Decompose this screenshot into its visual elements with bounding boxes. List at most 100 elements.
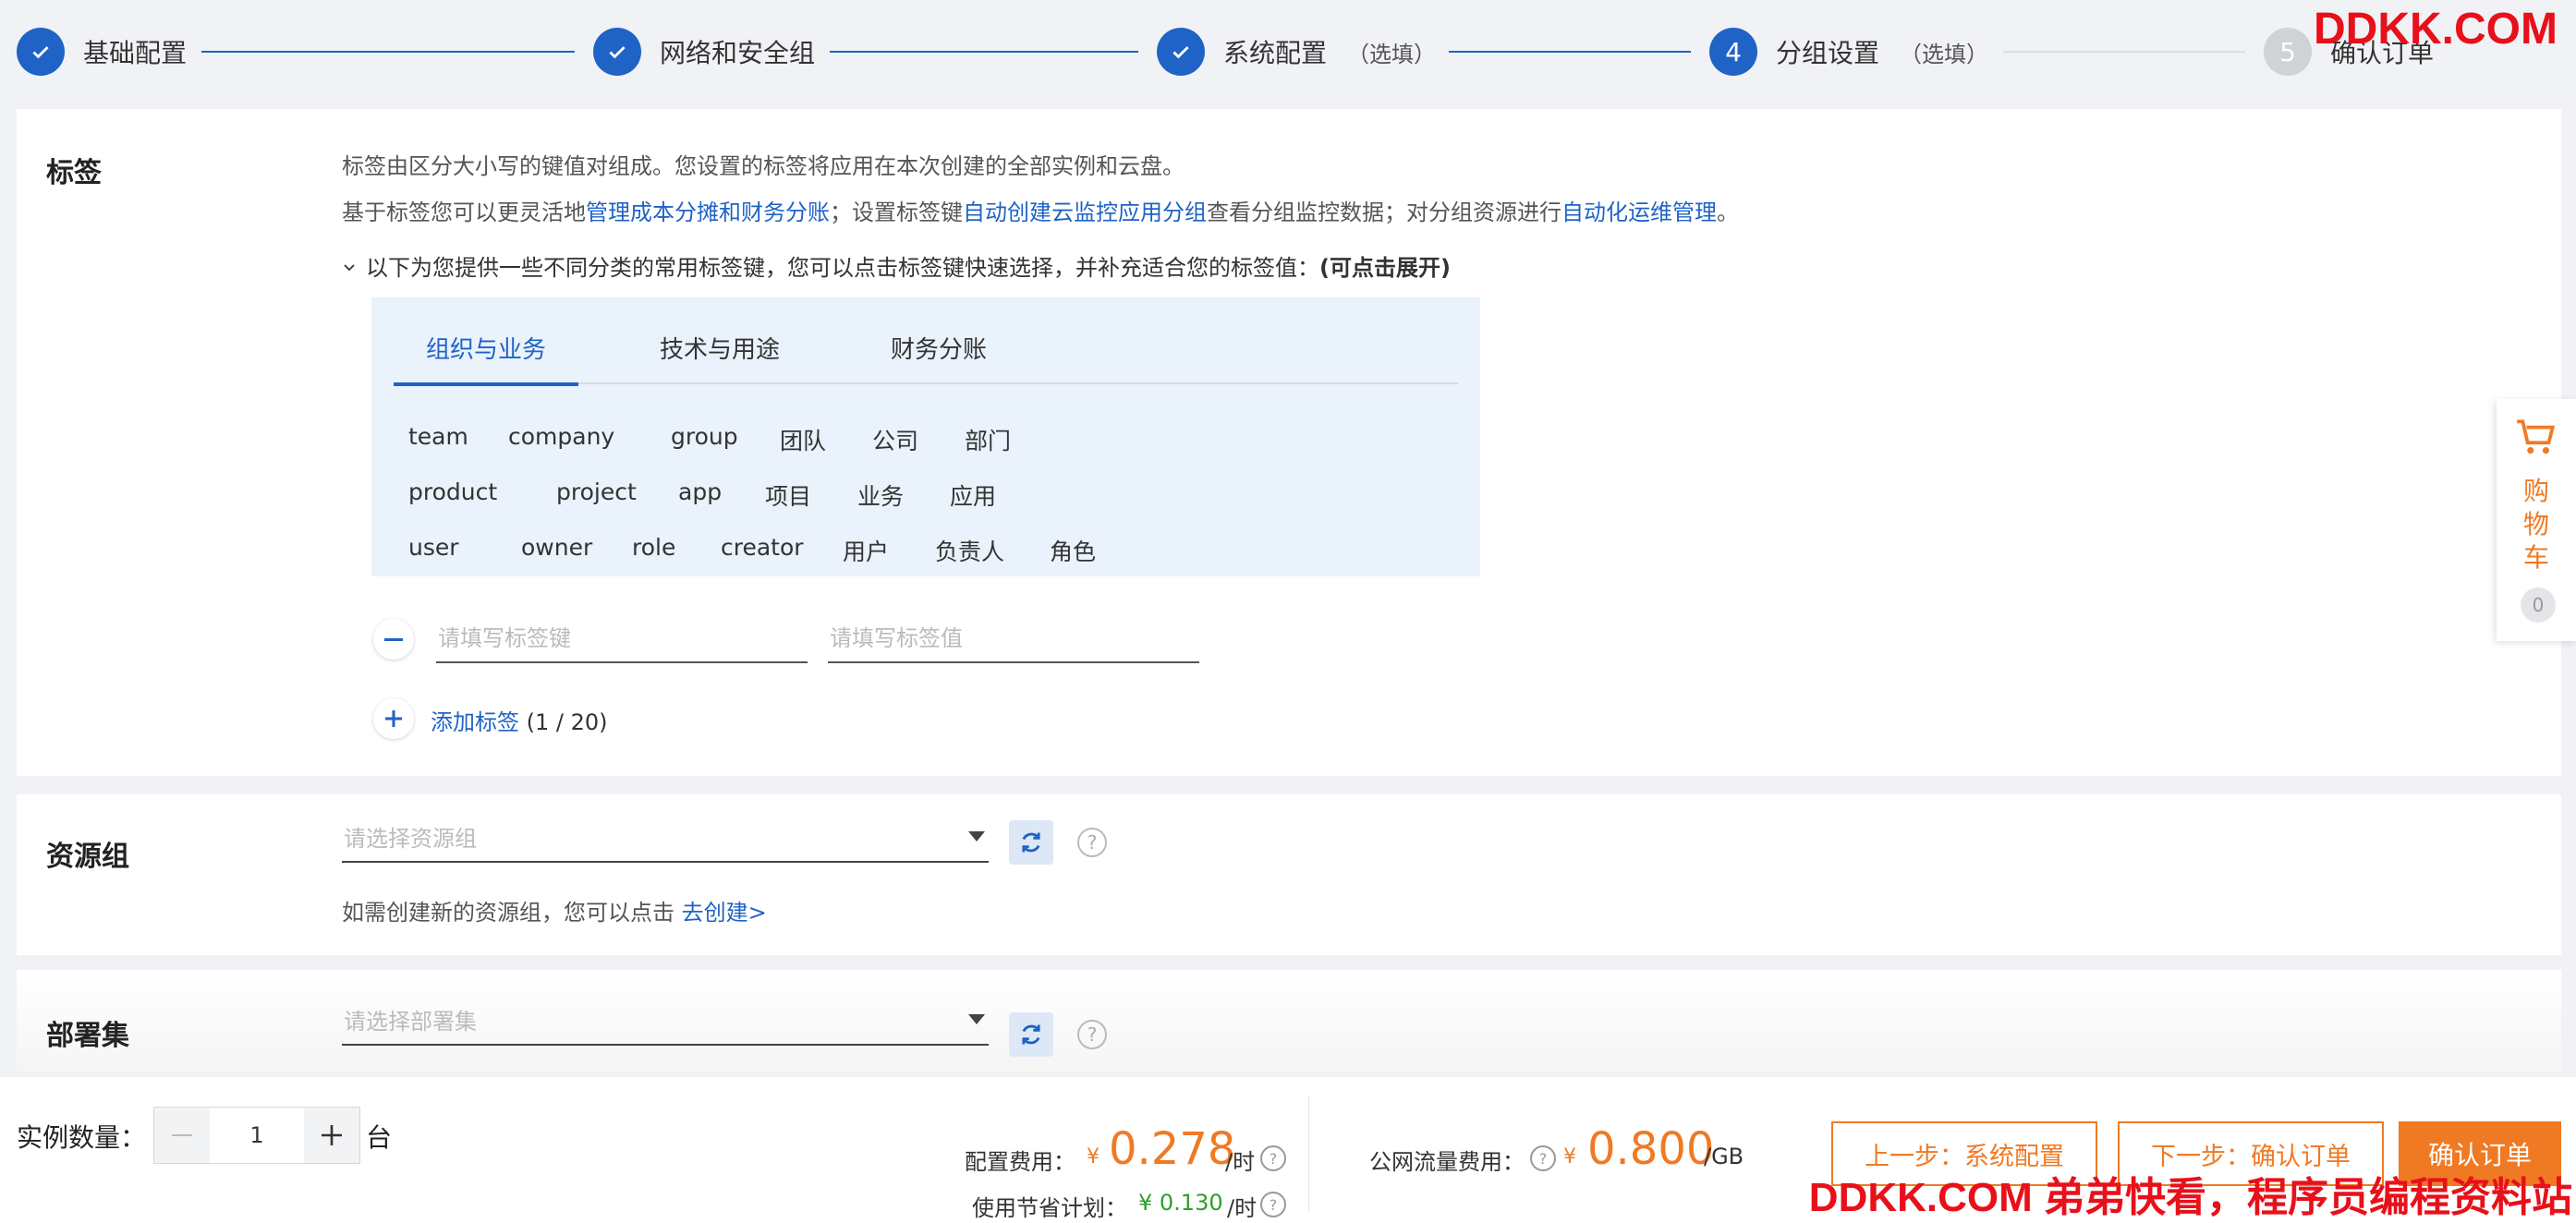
quantity-input[interactable]: 1 bbox=[210, 1108, 304, 1163]
check-icon bbox=[1157, 28, 1205, 76]
divider bbox=[1308, 1096, 1309, 1212]
auto-ops-link[interactable]: 自动化运维管理 bbox=[1561, 200, 1717, 225]
text: ；设置标签键 bbox=[830, 200, 963, 225]
cart-icon bbox=[2517, 419, 2556, 454]
tag-key-chip[interactable]: group bbox=[671, 423, 738, 450]
step-title: 基础配置 bbox=[83, 38, 188, 68]
tab-org-business[interactable]: 组织与业务 bbox=[394, 334, 578, 386]
tab-finance[interactable]: 财务分账 bbox=[891, 334, 987, 382]
check-icon bbox=[17, 28, 65, 76]
tag-key-chip[interactable]: 角色 bbox=[1050, 534, 1096, 567]
text: 查看分组监控数据；对分组资源进行 bbox=[1207, 200, 1561, 225]
shopping-cart-widget[interactable]: 购 物 车 0 bbox=[2497, 399, 2576, 641]
decrement-button[interactable] bbox=[154, 1108, 210, 1163]
step-connector bbox=[1449, 51, 1691, 53]
tag-key-input[interactable] bbox=[436, 615, 808, 663]
tags-section: 标签 标签由区分大小写的键值对组成。您设置的标签将应用在本次创建的全部实例和云盘… bbox=[17, 109, 2561, 776]
quantity-unit: 台 bbox=[366, 1122, 393, 1153]
tag-suggestions-toggle[interactable]: 以下为您提供一些不同分类的常用标签键，您可以点击标签键快速选择，并补充适合您的标… bbox=[342, 249, 1451, 282]
help-icon[interactable]: ? bbox=[1260, 1192, 1286, 1217]
cart-label-char: 车 bbox=[2522, 542, 2549, 573]
config-fee-value: 0.278 bbox=[1109, 1123, 1236, 1175]
currency-symbol: ¥ bbox=[1087, 1145, 1100, 1169]
step-system[interactable]: 系统配置 （选填） bbox=[1157, 24, 1436, 79]
step-bar: 基础配置 网络和安全组 系统配置 （选填） 4 分组设置 （选填） 5 确认订单 bbox=[0, 0, 2576, 103]
tag-key-chip[interactable]: product bbox=[408, 478, 497, 505]
tags-description-links: 基于标签您可以更灵活地管理成本分摊和财务分账；设置标签键自动创建云监控应用分组查… bbox=[342, 194, 1739, 226]
add-tag-link[interactable]: 添加标签 (1 / 20) bbox=[431, 704, 608, 736]
tags-description: 标签由区分大小写的键值对组成。您设置的标签将应用在本次创建的全部实例和云盘。 bbox=[342, 153, 1185, 179]
resource-group-hint: 如需创建新的资源组，您可以点击 去创建> bbox=[342, 894, 767, 926]
currency-symbol: ¥ bbox=[1563, 1145, 1576, 1169]
text: 如需创建新的资源组，您可以点击 bbox=[342, 900, 674, 926]
savings-plan-value: ¥ 0.130 bbox=[1138, 1190, 1223, 1216]
remove-tag-button[interactable] bbox=[373, 619, 414, 660]
step-number: 4 bbox=[1709, 28, 1757, 76]
caret-down-icon bbox=[968, 831, 985, 842]
traffic-fee-label: 公网流量费用： bbox=[1369, 1149, 1525, 1175]
traffic-fee-value: 0.800 bbox=[1587, 1123, 1715, 1175]
cart-label-char: 购 bbox=[2522, 476, 2549, 506]
traffic-fee-unit: /GB bbox=[1704, 1144, 1744, 1169]
section-title: 标签 bbox=[46, 157, 102, 189]
deployment-set-select[interactable]: 请选择部署集 bbox=[342, 996, 989, 1046]
tab-tech-usage[interactable]: 技术与用途 bbox=[660, 334, 780, 382]
tag-key-chip[interactable]: role bbox=[632, 534, 675, 561]
quantity-label: 实例数量： bbox=[17, 1122, 147, 1153]
tag-key-chip[interactable]: team bbox=[408, 423, 468, 450]
tag-key-chip[interactable]: user bbox=[408, 534, 459, 561]
savings-plan-label: 使用节省计划： bbox=[972, 1195, 1127, 1221]
tag-key-chip[interactable]: owner bbox=[521, 534, 592, 561]
text: (可点击展开) bbox=[1319, 255, 1451, 281]
tag-key-chip[interactable]: 用户 bbox=[843, 534, 889, 567]
tag-key-chip[interactable]: 业务 bbox=[857, 478, 904, 512]
tag-key-chip[interactable]: creator bbox=[721, 534, 804, 561]
plus-icon bbox=[322, 1125, 342, 1145]
increment-button[interactable] bbox=[304, 1108, 359, 1163]
tag-key-chip[interactable]: 部门 bbox=[965, 423, 1011, 456]
step-network[interactable]: 网络和安全组 bbox=[593, 24, 815, 79]
resource-group-select[interactable]: 请选择资源组 bbox=[342, 813, 989, 863]
refresh-button[interactable] bbox=[1009, 1012, 1053, 1057]
step-optional: （选填） bbox=[1900, 41, 1989, 67]
chevron-down-icon bbox=[342, 255, 357, 281]
refresh-button[interactable] bbox=[1009, 820, 1053, 865]
create-resource-group-link[interactable]: 去创建> bbox=[682, 900, 767, 926]
step-title: 系统配置 bbox=[1223, 38, 1328, 68]
select-placeholder: 请选择部署集 bbox=[344, 1009, 477, 1035]
help-icon[interactable]: ? bbox=[1530, 1145, 1556, 1171]
watermark-logo: DDKK.COM bbox=[2314, 5, 2558, 54]
help-icon[interactable]: ? bbox=[1077, 1020, 1107, 1049]
add-tag-icon-button[interactable] bbox=[373, 698, 414, 739]
step-optional: （选填） bbox=[1347, 41, 1437, 67]
tag-key-chip[interactable]: 团队 bbox=[780, 423, 826, 456]
step-title: 分组设置 bbox=[1776, 38, 1880, 68]
tag-key-chip[interactable]: project bbox=[556, 478, 637, 505]
section-title: 部署集 bbox=[46, 1020, 129, 1052]
cloud-monitor-link[interactable]: 自动创建云监控应用分组 bbox=[963, 200, 1207, 225]
config-fee-unit: /时 bbox=[1225, 1149, 1256, 1175]
tag-suggestions-box: 组织与业务 技术与用途 财务分账 team company group 团队 公… bbox=[371, 297, 1480, 576]
step-connector bbox=[201, 51, 575, 53]
help-icon[interactable]: ? bbox=[1260, 1145, 1286, 1171]
tag-key-chip[interactable]: company bbox=[508, 423, 614, 450]
tag-key-chip[interactable]: 应用 bbox=[950, 478, 996, 512]
help-icon[interactable]: ? bbox=[1077, 828, 1107, 857]
tag-value-input[interactable] bbox=[828, 615, 1199, 663]
tag-key-chip[interactable]: 公司 bbox=[872, 423, 918, 456]
cost-allocation-link[interactable]: 管理成本分摊和财务分账 bbox=[586, 200, 830, 225]
step-title: 网络和安全组 bbox=[660, 38, 816, 68]
refresh-icon bbox=[1022, 832, 1040, 853]
text: 基于标签您可以更灵活地 bbox=[342, 200, 586, 225]
step-group[interactable]: 4 分组设置 （选填） bbox=[1709, 24, 1988, 79]
section-title: 资源组 bbox=[46, 841, 129, 873]
config-fee-label: 配置费用： bbox=[965, 1149, 1075, 1175]
tag-key-chip[interactable]: 项目 bbox=[765, 478, 811, 512]
step-number: 5 bbox=[2264, 28, 2312, 76]
step-basic[interactable]: 基础配置 bbox=[17, 24, 187, 79]
tag-key-chip[interactable]: 负责人 bbox=[935, 534, 1004, 567]
tag-count: (1 / 20) bbox=[526, 709, 608, 735]
minus-icon bbox=[172, 1134, 192, 1136]
tag-key-chip[interactable]: app bbox=[678, 478, 722, 505]
check-icon bbox=[593, 28, 641, 76]
